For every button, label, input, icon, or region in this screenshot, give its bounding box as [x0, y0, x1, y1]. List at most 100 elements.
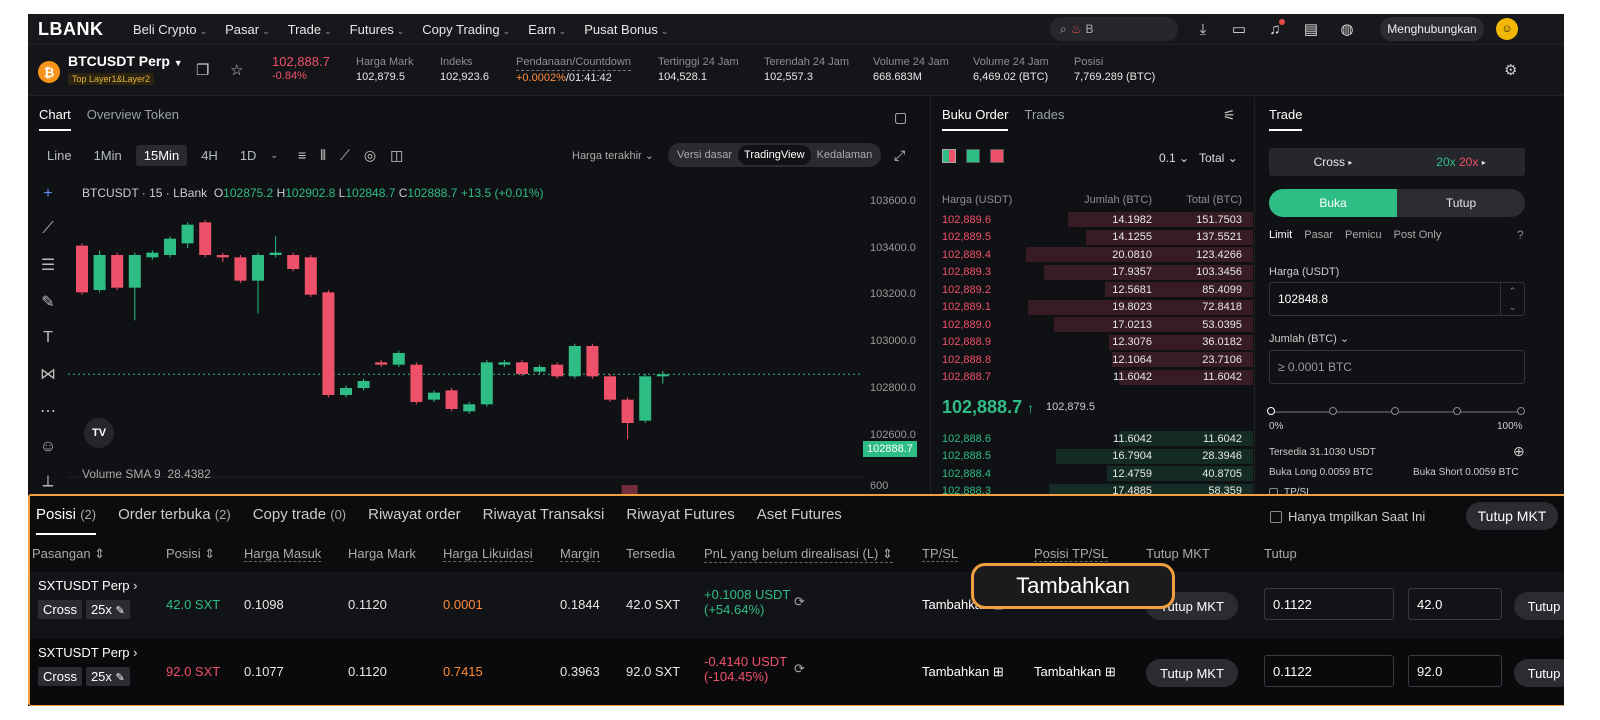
candle[interactable] — [234, 255, 247, 283]
show-current-only-checkbox[interactable]: Hanya tmpilkan Saat Ini — [1270, 509, 1425, 524]
candle[interactable] — [76, 243, 88, 295]
candle[interactable] — [445, 388, 458, 412]
tick-size-select[interactable]: 0.1 ⌄ — [1159, 151, 1189, 165]
close-qty-input[interactable]: 42.0 — [1408, 588, 1502, 620]
orderbook-row[interactable]: 102,888.6 11.6042 11.6042 — [931, 430, 1253, 448]
candle[interactable] — [533, 364, 546, 374]
candle[interactable] — [498, 360, 511, 367]
tab-positions[interactable]: Posisi (2) — [36, 506, 97, 535]
candle[interactable] — [621, 397, 634, 440]
book-asks-icon[interactable] — [990, 149, 1004, 163]
pattern-icon[interactable]: ⋈ — [40, 364, 56, 384]
slider-mark[interactable] — [1517, 407, 1525, 415]
orderbook-row[interactable]: 102,889.3 17.9357 103.3456 — [931, 264, 1253, 282]
candle[interactable] — [375, 360, 388, 367]
tab-trade[interactable]: Trade — [1269, 107, 1303, 131]
candle[interactable] — [322, 290, 335, 398]
total-mode-select[interactable]: Total ⌄ — [1199, 151, 1238, 165]
pair-selector[interactable]: BTCUSDT Perp ▼ — [68, 53, 183, 69]
stat-funding[interactable]: Pendanaan/Countdown +0.0002%/01:41:42 — [516, 55, 631, 86]
candle[interactable] — [428, 390, 440, 402]
position-pair[interactable]: SXTUSDT Perp › — [38, 645, 137, 660]
globe-icon[interactable]: ◍ — [1336, 18, 1358, 40]
candle[interactable] — [516, 360, 528, 377]
tab-overview-token[interactable]: Overview Token — [87, 107, 179, 131]
candle-type-icon[interactable]: ⫴ — [320, 147, 326, 164]
brush-icon[interactable]: ✎ — [41, 292, 54, 312]
close-market-button[interactable]: Tutup MKT — [1146, 659, 1238, 687]
close-position-button[interactable]: Tutup — [1514, 592, 1564, 620]
candle[interactable] — [586, 343, 599, 379]
tab-post-only[interactable]: Post Only — [1394, 229, 1442, 241]
text-icon[interactable]: T — [43, 329, 53, 347]
tab-transaction-history[interactable]: Riwayat Transaksi — [483, 506, 605, 535]
orderbook-row[interactable]: 102,888.7 11.6042 11.6042 — [931, 369, 1253, 387]
sliders-icon[interactable]: ⚟ — [1223, 107, 1236, 124]
book-bids-icon[interactable] — [966, 149, 980, 163]
orderbook-row[interactable]: 102,889.6 14.1982 151.7503 — [931, 211, 1253, 229]
tab-copy-trade[interactable]: Copy trade (0) — [253, 506, 346, 535]
leverage-badge[interactable]: 25x ✎ — [85, 667, 130, 686]
nav-item-pusat-bonus[interactable]: Pusat Bonus ⌄ — [584, 22, 668, 37]
candle[interactable] — [639, 374, 652, 423]
candlestick-chart[interactable] — [68, 185, 868, 505]
candle[interactable] — [410, 362, 423, 405]
nav-item-beli-crypto[interactable]: Beli Crypto ⌄ — [133, 22, 207, 37]
share-icon[interactable]: ⟳ — [794, 661, 805, 677]
tf-15min[interactable]: 15Min — [135, 145, 188, 166]
candle[interactable] — [480, 360, 493, 407]
fullscreen-icon[interactable]: ⤢ — [894, 147, 905, 164]
orderbook-row[interactable]: 102,889.2 12.5681 85.4099 — [931, 281, 1253, 299]
view-tradingview[interactable]: TradingView — [738, 145, 811, 165]
cross-margin-button[interactable]: Cross ▸ — [1269, 148, 1397, 176]
tab-limit[interactable]: Limit — [1269, 229, 1292, 241]
tab-open-orders[interactable]: Order terbuka (2) — [118, 506, 231, 535]
tab-futures-assets[interactable]: Aset Futures — [757, 506, 842, 535]
tf-line[interactable]: Line — [39, 145, 80, 166]
candle[interactable] — [216, 252, 229, 262]
book-icon[interactable]: ❐ — [196, 61, 209, 79]
close-all-market-button[interactable]: Tutup MKT — [1466, 502, 1558, 530]
leverage-button[interactable]: 20x 20x ▸ — [1397, 148, 1525, 176]
qty-label[interactable]: Jumlah (BTC) ⌄ — [1269, 332, 1349, 345]
add-funds-icon[interactable]: ⊕ — [1513, 443, 1525, 460]
candle[interactable] — [164, 236, 176, 258]
trendline-icon[interactable]: ⟋ — [42, 220, 53, 238]
qty-slider[interactable] — [1267, 407, 1525, 415]
orderbook-row[interactable]: 102,889.1 19.8023 72.8418 — [931, 299, 1253, 317]
candle[interactable] — [357, 378, 370, 391]
settings-icon[interactable]: ⚙ — [1504, 61, 1517, 79]
measure-icon[interactable]: ⋯ — [40, 401, 56, 421]
avatar[interactable]: ☺ — [1496, 18, 1518, 40]
candle[interactable] — [304, 255, 317, 297]
candle[interactable] — [181, 222, 194, 248]
close-button[interactable]: Tutup — [1397, 189, 1525, 217]
orderbook-row[interactable]: 102,889.0 17.0213 53.0395 — [931, 316, 1253, 334]
tf-1min[interactable]: 1Min — [86, 145, 130, 166]
candle[interactable] — [551, 362, 564, 379]
highlight-callout[interactable]: Tambahkan — [971, 563, 1175, 609]
candle[interactable] — [252, 252, 264, 314]
candle[interactable] — [111, 252, 124, 290]
nav-item-trade[interactable]: Trade ⌄ — [288, 22, 332, 37]
horizontal-lines-icon[interactable]: ☰ — [41, 255, 55, 275]
help-icon[interactable]: ? — [1517, 228, 1524, 242]
tf-4h[interactable]: 4H — [193, 145, 226, 166]
study-icon[interactable]: ⟋ — [340, 147, 350, 164]
candle[interactable] — [656, 371, 669, 384]
tf-1d[interactable]: 1D — [232, 145, 265, 166]
slider-knob[interactable] — [1267, 407, 1275, 415]
candle[interactable] — [269, 236, 282, 258]
close-qty-input[interactable]: 92.0 — [1408, 655, 1502, 687]
book-both-icon[interactable] — [942, 149, 956, 163]
add-tpsl-button[interactable]: Tambahkan ⊞ — [922, 664, 1004, 680]
nav-item-earn[interactable]: Earn ⌄ — [528, 22, 566, 37]
price-stepper[interactable]: ⌃ ⌄ — [1500, 283, 1524, 315]
camera-icon[interactable]: ◫ — [390, 147, 403, 164]
orderbook-row[interactable]: 102,888.9 12.3076 36.0182 — [931, 334, 1253, 352]
wallet-icon[interactable]: ▭ — [1228, 18, 1250, 40]
candle[interactable] — [463, 402, 476, 414]
add-position-tpsl-button[interactable]: Tambahkan ⊞ — [1034, 664, 1116, 680]
download-icon[interactable]: ⤓ — [1192, 18, 1214, 40]
candle[interactable] — [146, 250, 159, 260]
